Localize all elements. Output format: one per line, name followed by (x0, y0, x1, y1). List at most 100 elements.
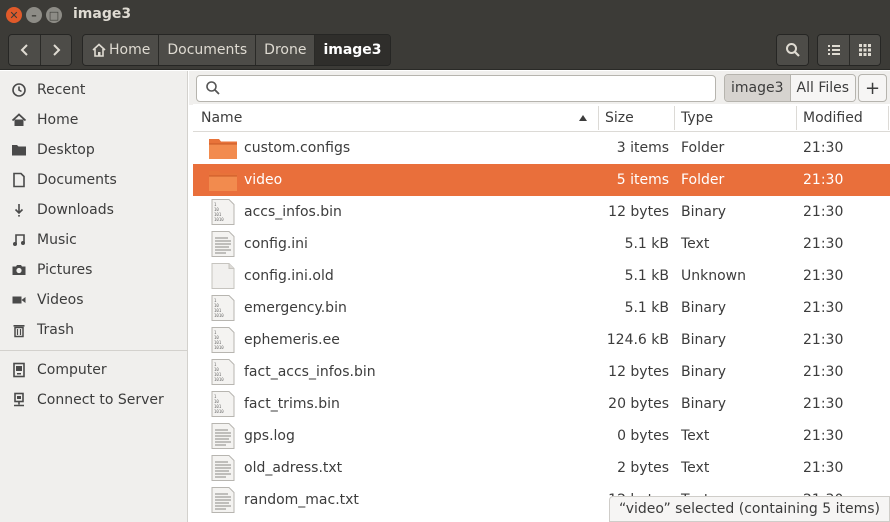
server-icon (9, 390, 29, 410)
breadcrumb: Home Documents Drone image3 (82, 34, 391, 66)
add-search-criteria-button[interactable]: + (858, 74, 887, 102)
sidebar-item-label: Home (37, 112, 79, 128)
file-size: 12 bytes (608, 204, 669, 220)
table-row[interactable]: config.ini 5.1 kB Text 21:30 (193, 228, 890, 260)
svg-text:1010: 1010 (214, 217, 224, 222)
column-header-modified[interactable]: Modified (803, 104, 863, 132)
download-icon (9, 200, 29, 220)
column-header-type[interactable]: Type (681, 104, 713, 132)
status-bar: “video” selected (containing 5 items) (609, 496, 890, 522)
file-name: fact_accs_infos.bin (244, 364, 376, 380)
breadcrumb-image3[interactable]: image3 (314, 35, 390, 65)
sidebar-item-trash[interactable]: Trash (0, 315, 187, 345)
file-modified: 21:30 (803, 364, 844, 380)
grid-view-icon (859, 44, 871, 56)
computer-icon (9, 360, 29, 380)
file-modified: 21:30 (803, 204, 844, 220)
sidebar-item-desktop[interactable]: Desktop (0, 135, 187, 165)
scope-all-files-button[interactable]: All Files (789, 75, 856, 101)
list-view-button[interactable] (818, 35, 849, 65)
sidebar-item-label: Recent (37, 82, 86, 98)
table-row[interactable]: 1 10 101 1010 emergency.bin 5.1 kB Binary 2… (193, 292, 890, 324)
sidebar: Recent Home Desktop Documents Downloads … (0, 71, 188, 522)
file-modified: 21:30 (803, 268, 844, 284)
sidebar-item-label: Downloads (37, 202, 114, 218)
breadcrumb-home[interactable]: Home (83, 35, 159, 65)
maximize-window-button[interactable]: □ (46, 7, 62, 23)
file-type: Binary (681, 300, 726, 316)
sidebar-item-label: Videos (37, 292, 84, 308)
chevron-left-icon (20, 44, 28, 56)
file-size: 2 bytes (617, 460, 669, 476)
table-row[interactable]: 1 10 101 1010 fact_accs_infos.bin 12 bytes … (193, 356, 890, 388)
file-type: Binary (681, 396, 726, 412)
file-size: 5 items (616, 172, 669, 188)
table-row[interactable]: 1 10 101 1010 fact_trims.bin 20 bytes Binar… (193, 388, 890, 420)
back-button[interactable] (9, 35, 40, 65)
sidebar-item-connect-to-server[interactable]: Connect to Server (0, 385, 187, 415)
file-modified: 21:30 (803, 236, 844, 252)
sidebar-item-documents[interactable]: Documents (0, 165, 187, 195)
text-file-icon (208, 455, 238, 481)
table-row[interactable]: 1 10 101 1010 ephemeris.ee 124.6 kB Binary … (193, 324, 890, 356)
video-icon (9, 290, 29, 310)
binary-file-icon: 1 10 101 1010 (208, 199, 238, 225)
file-type: Unknown (681, 268, 746, 284)
grid-view-button[interactable] (849, 35, 880, 65)
search-toggle-group (776, 34, 809, 66)
file-type: Text (681, 428, 710, 444)
list-view-icon (827, 45, 840, 55)
file-modified: 21:30 (803, 172, 844, 188)
svg-text:1010: 1010 (214, 313, 224, 318)
table-row[interactable]: gps.log 0 bytes Text 21:30 (193, 420, 890, 452)
minimize-window-button[interactable]: – (26, 7, 42, 23)
sidebar-item-music[interactable]: Music (0, 225, 187, 255)
search-bar-row: image3 All Files + (189, 71, 890, 105)
sidebar-item-label: Pictures (37, 262, 93, 278)
search-icon (205, 80, 221, 100)
file-list: custom.configs 3 items Folder 21:30 vide… (193, 132, 890, 522)
music-icon (9, 230, 29, 250)
unknown-file-icon (208, 263, 238, 289)
sidebar-item-videos[interactable]: Videos (0, 285, 187, 315)
file-name: video (244, 172, 283, 188)
breadcrumb-documents[interactable]: Documents (158, 35, 256, 65)
column-header-name[interactable]: Name (201, 104, 242, 132)
sidebar-item-home[interactable]: Home (0, 105, 187, 135)
file-name: config.ini.old (244, 268, 334, 284)
table-row-selected[interactable]: video 5 items Folder 21:30 (193, 164, 890, 196)
search-button[interactable] (777, 35, 808, 65)
navigation-buttons (8, 34, 72, 66)
sidebar-item-recent[interactable]: Recent (0, 75, 187, 105)
file-type: Text (681, 460, 710, 476)
sidebar-item-pictures[interactable]: Pictures (0, 255, 187, 285)
sidebar-item-computer[interactable]: Computer (0, 355, 187, 385)
sidebar-item-downloads[interactable]: Downloads (0, 195, 187, 225)
forward-button[interactable] (40, 35, 71, 65)
chevron-right-icon (53, 44, 61, 56)
table-row[interactable]: config.ini.old 5.1 kB Unknown 21:30 (193, 260, 890, 292)
file-type: Binary (681, 332, 726, 348)
breadcrumb-home-label: Home (109, 42, 151, 58)
svg-text:1010: 1010 (214, 377, 224, 382)
view-toggle-group (817, 34, 881, 66)
window-title: image3 (73, 6, 132, 22)
scope-current-folder-button[interactable]: image3 (725, 75, 790, 101)
camera-icon (9, 260, 29, 280)
table-row[interactable]: old_adress.txt 2 bytes Text 21:30 (193, 452, 890, 484)
file-name: accs_infos.bin (244, 204, 342, 220)
file-modified: 21:30 (803, 396, 844, 412)
folder-icon (208, 167, 238, 193)
file-modified: 21:30 (803, 332, 844, 348)
file-size: 0 bytes (617, 428, 669, 444)
file-name: config.ini (244, 236, 308, 252)
file-size: 20 bytes (608, 396, 669, 412)
close-window-button[interactable]: ✕ (6, 7, 22, 23)
file-modified: 21:30 (803, 300, 844, 316)
table-row[interactable]: custom.configs 3 items Folder 21:30 (193, 132, 890, 164)
search-input[interactable] (196, 75, 716, 102)
column-header-size[interactable]: Size (605, 104, 634, 132)
text-file-icon (208, 231, 238, 257)
breadcrumb-drone[interactable]: Drone (255, 35, 315, 65)
table-row[interactable]: 1 10 101 1010 accs_infos.bin 12 bytes Binar… (193, 196, 890, 228)
